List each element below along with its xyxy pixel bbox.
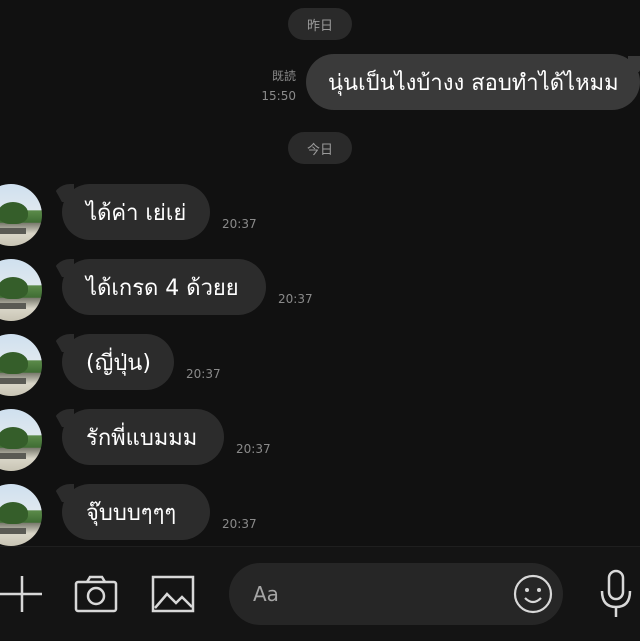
message-time: 20:37 xyxy=(278,292,313,306)
message-input-placeholder: Aa xyxy=(253,582,279,606)
incoming-message-text: ได้เกรด 4 ด้วยย xyxy=(86,275,239,301)
plus-icon xyxy=(0,576,42,612)
avatar[interactable] xyxy=(0,409,42,471)
incoming-message-text: (ญี่ปุ่น) xyxy=(86,350,151,376)
date-separator-today: 今日 xyxy=(288,132,352,164)
message-time: 20:37 xyxy=(222,217,257,231)
incoming-message-bubble[interactable]: ได้ค่า เย่เย่ xyxy=(62,184,210,240)
message-toolbar: Aa xyxy=(0,546,640,640)
image-button[interactable] xyxy=(150,547,196,641)
incoming-message-text: ได้ค่า เย่เย่ xyxy=(86,200,187,226)
outgoing-message-text: นุ่นเป็นไงบ้างง สอบทำได้ไหมม xyxy=(328,70,619,96)
avatar[interactable] xyxy=(0,484,42,546)
voice-button[interactable] xyxy=(596,547,636,641)
chat-thread: 昨日 既読 15:50 นุ่นเป็นไงบ้างง สอบทำได้ไหมม… xyxy=(0,0,640,546)
image-icon xyxy=(151,575,195,613)
message-time: 20:37 xyxy=(222,517,257,531)
add-button[interactable] xyxy=(0,547,44,641)
incoming-message-text: รักพี่แบมมม xyxy=(86,425,198,451)
message-time: 20:37 xyxy=(236,442,271,456)
avatar[interactable] xyxy=(0,184,42,246)
outgoing-time: 15:50 xyxy=(261,89,296,103)
camera-icon xyxy=(74,575,118,613)
outgoing-message-bubble[interactable]: นุ่นเป็นไงบ้างง สอบทำได้ไหมม xyxy=(306,54,640,110)
camera-button[interactable] xyxy=(72,547,120,641)
message-input[interactable]: Aa xyxy=(229,563,563,625)
incoming-message-bubble[interactable]: รักพี่แบมมม xyxy=(62,409,224,465)
incoming-message-text: จุ๊บบบๆๆๆ xyxy=(86,500,177,526)
microphone-icon xyxy=(600,569,632,617)
emoji-icon[interactable] xyxy=(513,574,553,614)
outgoing-read-meta: 既読 15:50 xyxy=(250,66,296,106)
date-separator-yesterday: 昨日 xyxy=(288,8,352,40)
incoming-message-bubble[interactable]: ได้เกรด 4 ด้วยย xyxy=(62,259,266,315)
incoming-message-bubble[interactable]: (ญี่ปุ่น) xyxy=(62,334,174,390)
avatar[interactable] xyxy=(0,334,42,396)
avatar[interactable] xyxy=(0,259,42,321)
read-receipt-label: 既読 xyxy=(271,69,296,83)
message-time: 20:37 xyxy=(186,367,221,381)
incoming-message-bubble[interactable]: จุ๊บบบๆๆๆ xyxy=(62,484,210,540)
